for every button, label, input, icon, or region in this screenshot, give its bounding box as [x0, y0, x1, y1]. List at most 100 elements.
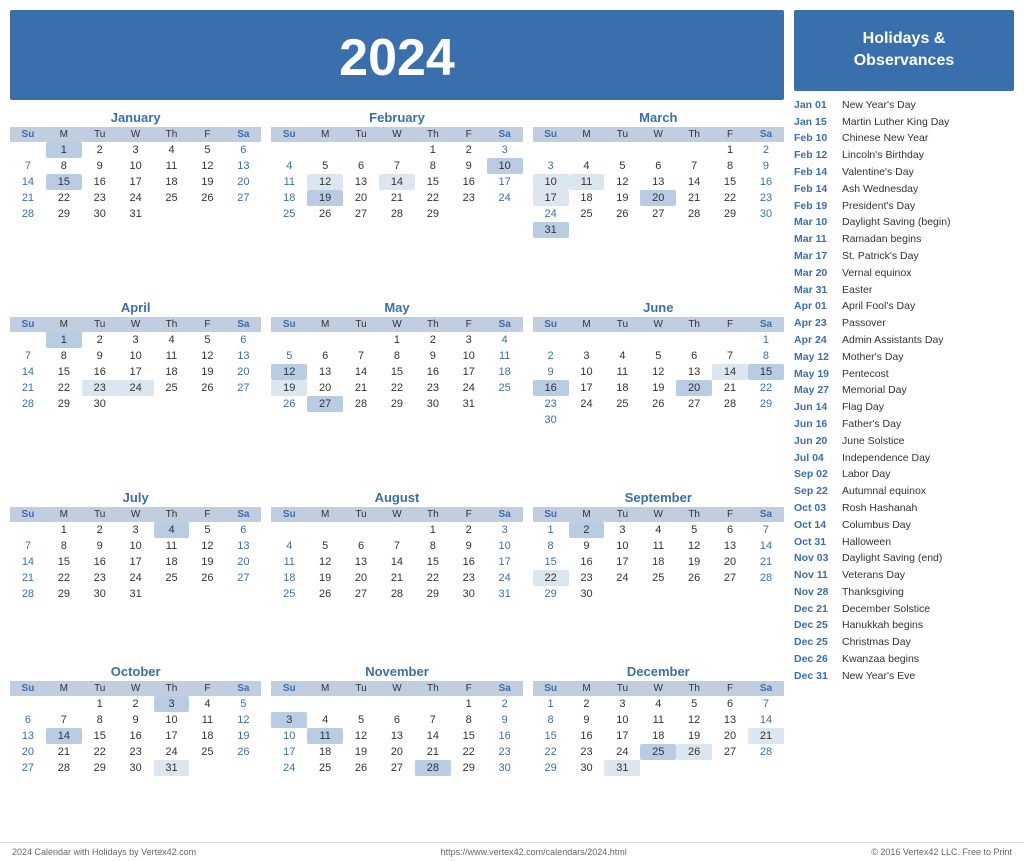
calendar-day: [748, 222, 784, 238]
calendar-day: [379, 696, 415, 712]
calendar-day: 9: [82, 348, 118, 364]
calendar-day: 15: [533, 728, 569, 744]
calendar-day: 21: [676, 190, 712, 206]
month-block-may: MaySuMTuWThFSa12345678910111213141516171…: [271, 300, 522, 480]
calendar-day: 15: [46, 174, 82, 190]
holiday-name: Hanukkah begins: [842, 617, 923, 634]
holiday-name: April Fool's Day: [842, 298, 915, 315]
calendar-day: 9: [82, 158, 118, 174]
holiday-date: Jul 04: [794, 450, 838, 467]
calendar-day: 26: [225, 744, 261, 760]
calendar-day: 7: [10, 158, 46, 174]
calendar-day: 20: [640, 190, 676, 206]
calendar-day: [379, 142, 415, 158]
calendar-day: 15: [415, 554, 451, 570]
calendar-day: [343, 142, 379, 158]
calendar-day: 24: [118, 380, 154, 396]
calendar-day: 3: [451, 332, 487, 348]
calendar-day: 1: [533, 696, 569, 712]
month-block-june: JuneSuMTuWThFSa1234567891011121314151617…: [533, 300, 784, 480]
holiday-item: Jun 20June Solstice: [794, 433, 1014, 450]
calendar-day: [640, 142, 676, 158]
calendar-day: 11: [604, 364, 640, 380]
calendar-day: 1: [46, 332, 82, 348]
calendar-day: 19: [307, 190, 343, 206]
calendar-day: 16: [451, 174, 487, 190]
calendar-day: [640, 332, 676, 348]
calendar-day: 18: [154, 364, 190, 380]
calendar-day: [604, 586, 640, 602]
calendar-day: 12: [225, 712, 261, 728]
holiday-item: Feb 19President's Day: [794, 198, 1014, 215]
calendar-day: [604, 412, 640, 428]
calendar-day: 17: [604, 728, 640, 744]
month-block-october: OctoberSuMTuWThFSa1234567891011121314151…: [10, 664, 261, 828]
calendar-day: 14: [343, 364, 379, 380]
holiday-name: President's Day: [842, 198, 915, 215]
calendar-day: 1: [82, 696, 118, 712]
calendar-day: [712, 586, 748, 602]
calendar-day: 29: [533, 760, 569, 776]
calendar-day: 19: [189, 174, 225, 190]
calendar-day: 9: [748, 158, 784, 174]
calendar-day: 30: [748, 206, 784, 222]
calendar-day: 29: [451, 760, 487, 776]
calendar-day: 18: [604, 380, 640, 396]
calendar-day: [676, 586, 712, 602]
calendar-day: 16: [569, 728, 605, 744]
holiday-name: December Solstice: [842, 601, 930, 618]
calendar-day: 21: [10, 380, 46, 396]
calendar-day: 16: [748, 174, 784, 190]
calendar-day: 18: [307, 744, 343, 760]
calendar-day: 6: [712, 696, 748, 712]
holiday-date: Dec 25: [794, 617, 838, 634]
holiday-date: Sep 02: [794, 466, 838, 483]
calendar-day: 2: [118, 696, 154, 712]
holiday-date: Feb 10: [794, 130, 838, 147]
calendar-day: 11: [271, 174, 307, 190]
calendar-day: [604, 332, 640, 348]
footer: 2024 Calendar with Holidays by Vertex42.…: [0, 842, 1024, 861]
calendar-day: [748, 412, 784, 428]
holiday-name: Daylight Saving (begin): [842, 214, 951, 231]
calendar-day: 14: [10, 364, 46, 380]
calendar-day: 14: [415, 728, 451, 744]
calendar-day: 27: [225, 570, 261, 586]
holiday-item: May 27Memorial Day: [794, 382, 1014, 399]
holiday-item: Apr 23Passover: [794, 315, 1014, 332]
calendar-day: 31: [154, 760, 190, 776]
calendar-day: 11: [154, 538, 190, 554]
calendar-day: 13: [10, 728, 46, 744]
month-table-november: SuMTuWThFSa12345678910111213141516171819…: [271, 681, 522, 776]
holiday-item: Dec 25Christmas Day: [794, 634, 1014, 651]
calendar-day: 5: [604, 158, 640, 174]
holiday-item: Dec 26Kwanzaa begins: [794, 651, 1014, 668]
calendar-day: 17: [487, 174, 523, 190]
holiday-name: Autumnal equinox: [842, 483, 926, 500]
holiday-item: Dec 21December Solstice: [794, 601, 1014, 618]
holiday-item: Jan 01New Year's Day: [794, 97, 1014, 114]
holiday-item: Oct 03Rosh Hashanah: [794, 500, 1014, 517]
calendar-day: 10: [451, 348, 487, 364]
holiday-item: Nov 28Thanksgiving: [794, 584, 1014, 601]
calendar-day: 20: [676, 380, 712, 396]
calendar-day: 17: [487, 554, 523, 570]
calendar-day: 8: [415, 158, 451, 174]
calendar-day: 18: [640, 728, 676, 744]
calendar-day: [189, 206, 225, 222]
calendar-day: 17: [118, 174, 154, 190]
calendar-day: [225, 586, 261, 602]
calendar-day: 23: [533, 396, 569, 412]
calendar-day: 28: [10, 396, 46, 412]
month-title-december: December: [533, 664, 784, 679]
calendar-day: [569, 332, 605, 348]
month-title-june: June: [533, 300, 784, 315]
calendar-day: 15: [748, 364, 784, 380]
calendar-day: 6: [225, 522, 261, 538]
holiday-date: Feb 14: [794, 181, 838, 198]
calendar-day: 22: [379, 380, 415, 396]
calendar-day: 24: [569, 396, 605, 412]
calendar-day: 29: [533, 586, 569, 602]
calendar-day: 8: [451, 712, 487, 728]
holiday-date: Jan 15: [794, 114, 838, 131]
